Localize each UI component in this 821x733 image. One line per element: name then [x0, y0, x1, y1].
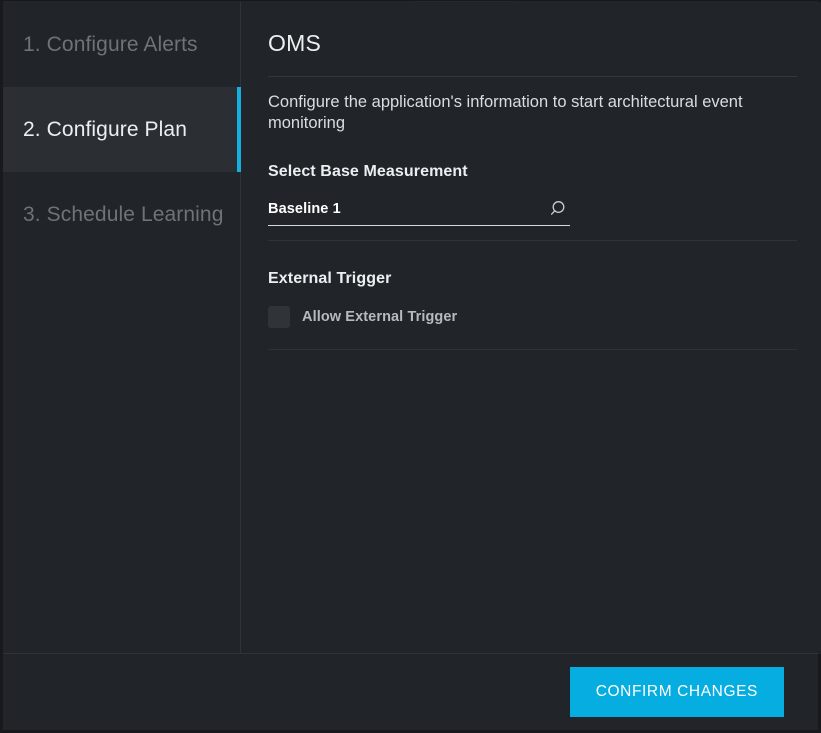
wizard-window: 1. Configure Alerts 2. Configure Plan 3.… [0, 0, 821, 733]
external-trigger-section-divider [268, 349, 797, 350]
measurement-section-divider [268, 240, 797, 241]
wizard-sidebar: 1. Configure Alerts 2. Configure Plan 3.… [3, 2, 241, 654]
page-description: Configure the application's information … [268, 93, 743, 132]
main-panel: OMS Configure the application's informat… [241, 2, 821, 654]
external-trigger-heading: External Trigger [268, 270, 392, 287]
base-measurement-field[interactable] [268, 201, 570, 226]
wizard-body: 1. Configure Alerts 2. Configure Plan 3.… [3, 2, 821, 654]
allow-external-trigger-row[interactable]: Allow External Trigger [268, 306, 468, 328]
sidebar-step-schedule-learning[interactable]: 3. Schedule Learning [3, 172, 240, 257]
sidebar-step-label: 1. Configure Alerts [23, 32, 198, 56]
base-measurement-input[interactable] [268, 201, 528, 217]
wizard-footer: CONFIRM CHANGES [3, 653, 818, 730]
base-measurement-heading: Select Base Measurement [268, 163, 468, 180]
sidebar-step-configure-plan[interactable]: 2. Configure Plan [3, 87, 241, 172]
search-icon[interactable] [547, 199, 567, 219]
page-title: OMS [268, 30, 321, 56]
allow-external-trigger-checkbox[interactable] [268, 306, 290, 328]
sidebar-step-label: 3. Schedule Learning [23, 202, 224, 226]
sidebar-step-configure-alerts[interactable]: 1. Configure Alerts [3, 2, 240, 87]
sidebar-step-label: 2. Configure Plan [23, 117, 187, 141]
confirm-changes-button[interactable]: CONFIRM CHANGES [569, 667, 784, 717]
title-divider [268, 76, 797, 77]
allow-external-trigger-label: Allow External Trigger [302, 309, 458, 325]
